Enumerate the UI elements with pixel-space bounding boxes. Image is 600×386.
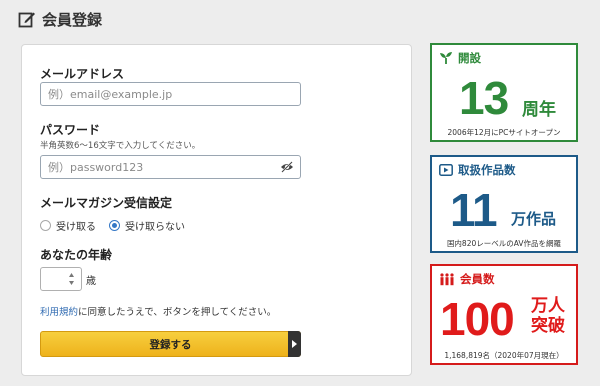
terms-text: に同意したうえで、ボタンを押してください。 (78, 307, 277, 318)
radio-label: 受け取らない (125, 222, 185, 233)
age-stepper[interactable] (40, 267, 82, 291)
password-hint: 半角英数6〜16文字で入力してください。 (40, 141, 201, 151)
page-title: 会員登録 (42, 10, 103, 29)
age-row: 歳 (40, 267, 96, 291)
stat-value: 100 (440, 293, 515, 345)
age-unit: 歳 (86, 275, 96, 287)
edit-note-icon (18, 12, 35, 28)
register-button-label: 登録する (149, 338, 192, 351)
play-icon (439, 164, 453, 176)
stat-unit-line1: 万人 (531, 296, 565, 316)
radio-button-selected[interactable] (109, 220, 120, 231)
radio-label: 受け取る (56, 222, 96, 233)
stat-unit: 周年 (522, 100, 556, 120)
stepper-arrows-icon[interactable] (68, 272, 75, 286)
terms-notice: 利用規約に同意したうえで、ボタンを押してください。 (40, 304, 276, 318)
stat-header: 会員数 (439, 271, 495, 287)
stat-header: 取扱作品数 (439, 162, 516, 178)
stat-title: 開設 (458, 51, 481, 65)
stat-footnote: 1,168,819名（2020年07月現在） (444, 351, 564, 360)
register-button[interactable]: 登録する (40, 331, 301, 357)
stat-card-members: 会員数 100 万人 突破 1,168,819名（2020年07月現在） (430, 264, 578, 365)
stat-value: 11 (450, 184, 498, 236)
password-label: パスワード (40, 123, 101, 137)
newsletter-label: メールマガジン受信設定 (40, 196, 173, 210)
stat-unit: 万人 突破 (528, 296, 568, 336)
stat-value: 13 (459, 72, 509, 124)
newsletter-option-decline[interactable]: 受け取らない (109, 218, 185, 233)
age-label: あなたの年齢 (40, 248, 113, 262)
caret-right-icon (292, 340, 297, 348)
password-field[interactable] (48, 156, 268, 178)
stat-title: 会員数 (460, 272, 495, 286)
stat-footnote: 2006年12月にPCサイトオープン (447, 128, 561, 137)
email-field-wrapper (40, 82, 301, 106)
email-field[interactable] (48, 83, 268, 105)
registration-form: メールアドレス パスワード 半角英数6〜16文字で入力してください。 メールマガ… (21, 44, 412, 376)
page-header: 会員登録 (18, 8, 102, 30)
newsletter-radio-group: 受け取る 受け取らない (40, 218, 198, 233)
stat-title: 取扱作品数 (458, 163, 516, 177)
sprout-icon (440, 52, 452, 64)
newsletter-option-receive[interactable]: 受け取る (40, 218, 96, 233)
stat-header: 開設 (439, 50, 481, 66)
terms-link[interactable]: 利用規約 (40, 307, 78, 318)
stat-card-titles: 取扱作品数 11 万作品 国内820レーベルのAV作品を網羅 (430, 155, 578, 253)
eye-off-icon[interactable] (280, 161, 294, 173)
stat-unit: 万作品 (511, 210, 557, 228)
stat-footnote: 国内820レーベルのAV作品を網羅 (446, 239, 562, 248)
radio-button[interactable] (40, 220, 51, 231)
button-tail (288, 331, 301, 357)
stat-card-years: 開設 13 周年 2006年12月にPCサイトオープン (430, 43, 578, 142)
password-field-wrapper (40, 155, 301, 179)
stat-unit-line2: 突破 (531, 316, 565, 336)
people-icon (440, 272, 454, 285)
email-label: メールアドレス (40, 67, 125, 81)
